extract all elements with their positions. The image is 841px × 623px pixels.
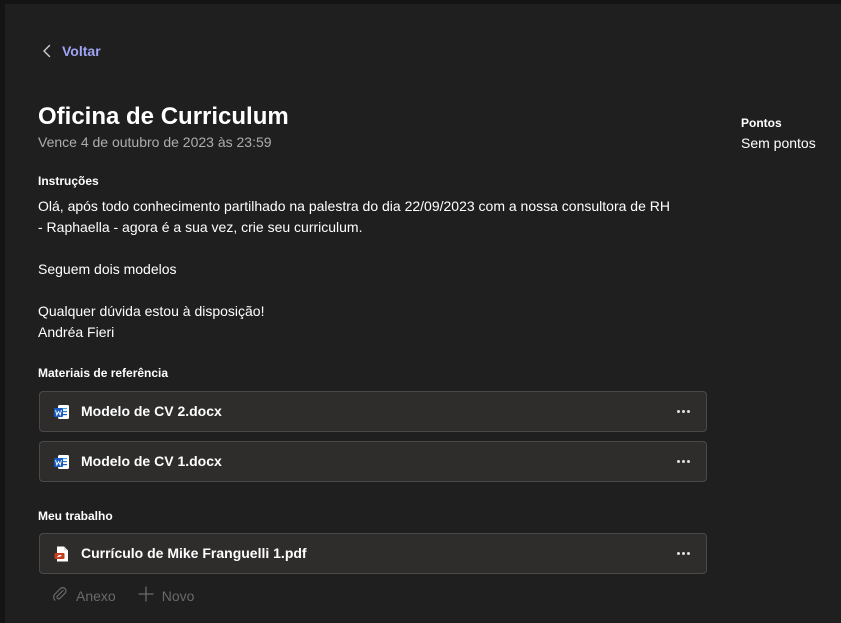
file-name: Modelo de CV 1.docx <box>81 453 222 469</box>
my-work-file-card[interactable]: Currículo de Mike Franguelli 1.pdf <box>39 533 707 574</box>
page-title: Oficina de Curriculum <box>38 103 289 130</box>
reference-file-card[interactable]: Modelo de CV 1.docx <box>39 441 707 482</box>
attach-button[interactable]: Anexo <box>52 586 116 605</box>
file-name: Currículo de Mike Franguelli 1.pdf <box>81 545 307 561</box>
back-button[interactable]: Voltar <box>42 43 101 59</box>
paperclip-icon <box>52 586 68 605</box>
assignment-page: Voltar Oficina de Curriculum Vence 4 de … <box>0 0 841 623</box>
due-date: Vence 4 de outubro de 2023 às 23:59 <box>38 134 272 150</box>
points-value: Sem pontos <box>741 135 816 151</box>
plus-icon <box>138 586 154 605</box>
attach-label: Anexo <box>76 587 116 604</box>
instructions-line: Olá, após todo conhecimento partilhado n… <box>38 198 670 214</box>
word-file-icon <box>54 454 70 470</box>
back-label: Voltar <box>62 43 101 59</box>
word-file-icon <box>54 404 70 420</box>
reference-file-card[interactable]: Modelo de CV 2.docx <box>39 391 707 432</box>
instructions-line: Andréa Fieri <box>38 324 115 340</box>
new-label: Novo <box>161 587 195 604</box>
my-work-heading: Meu trabalho <box>38 509 113 523</box>
work-actions: Anexo Novo <box>52 586 194 605</box>
instructions-text: Olá, após todo conhecimento partilhado n… <box>38 196 708 343</box>
reference-materials-heading: Materiais de referência <box>38 366 169 380</box>
new-button[interactable]: Novo <box>138 586 195 605</box>
more-options-button[interactable] <box>672 542 694 564</box>
instructions-heading: Instruções <box>38 174 99 188</box>
more-options-button[interactable] <box>672 450 694 472</box>
instructions-line: Seguem dois modelos <box>38 261 177 277</box>
instructions-line: Qualquer dúvida estou à disposição! <box>38 303 265 319</box>
file-name: Modelo de CV 2.docx <box>81 403 222 419</box>
more-options-button[interactable] <box>672 400 694 422</box>
chevron-left-icon <box>42 44 52 58</box>
instructions-line: - Raphaella - agora é a sua vez, crie se… <box>38 219 363 235</box>
points-heading: Pontos <box>741 116 782 130</box>
pdf-file-icon <box>54 546 70 562</box>
